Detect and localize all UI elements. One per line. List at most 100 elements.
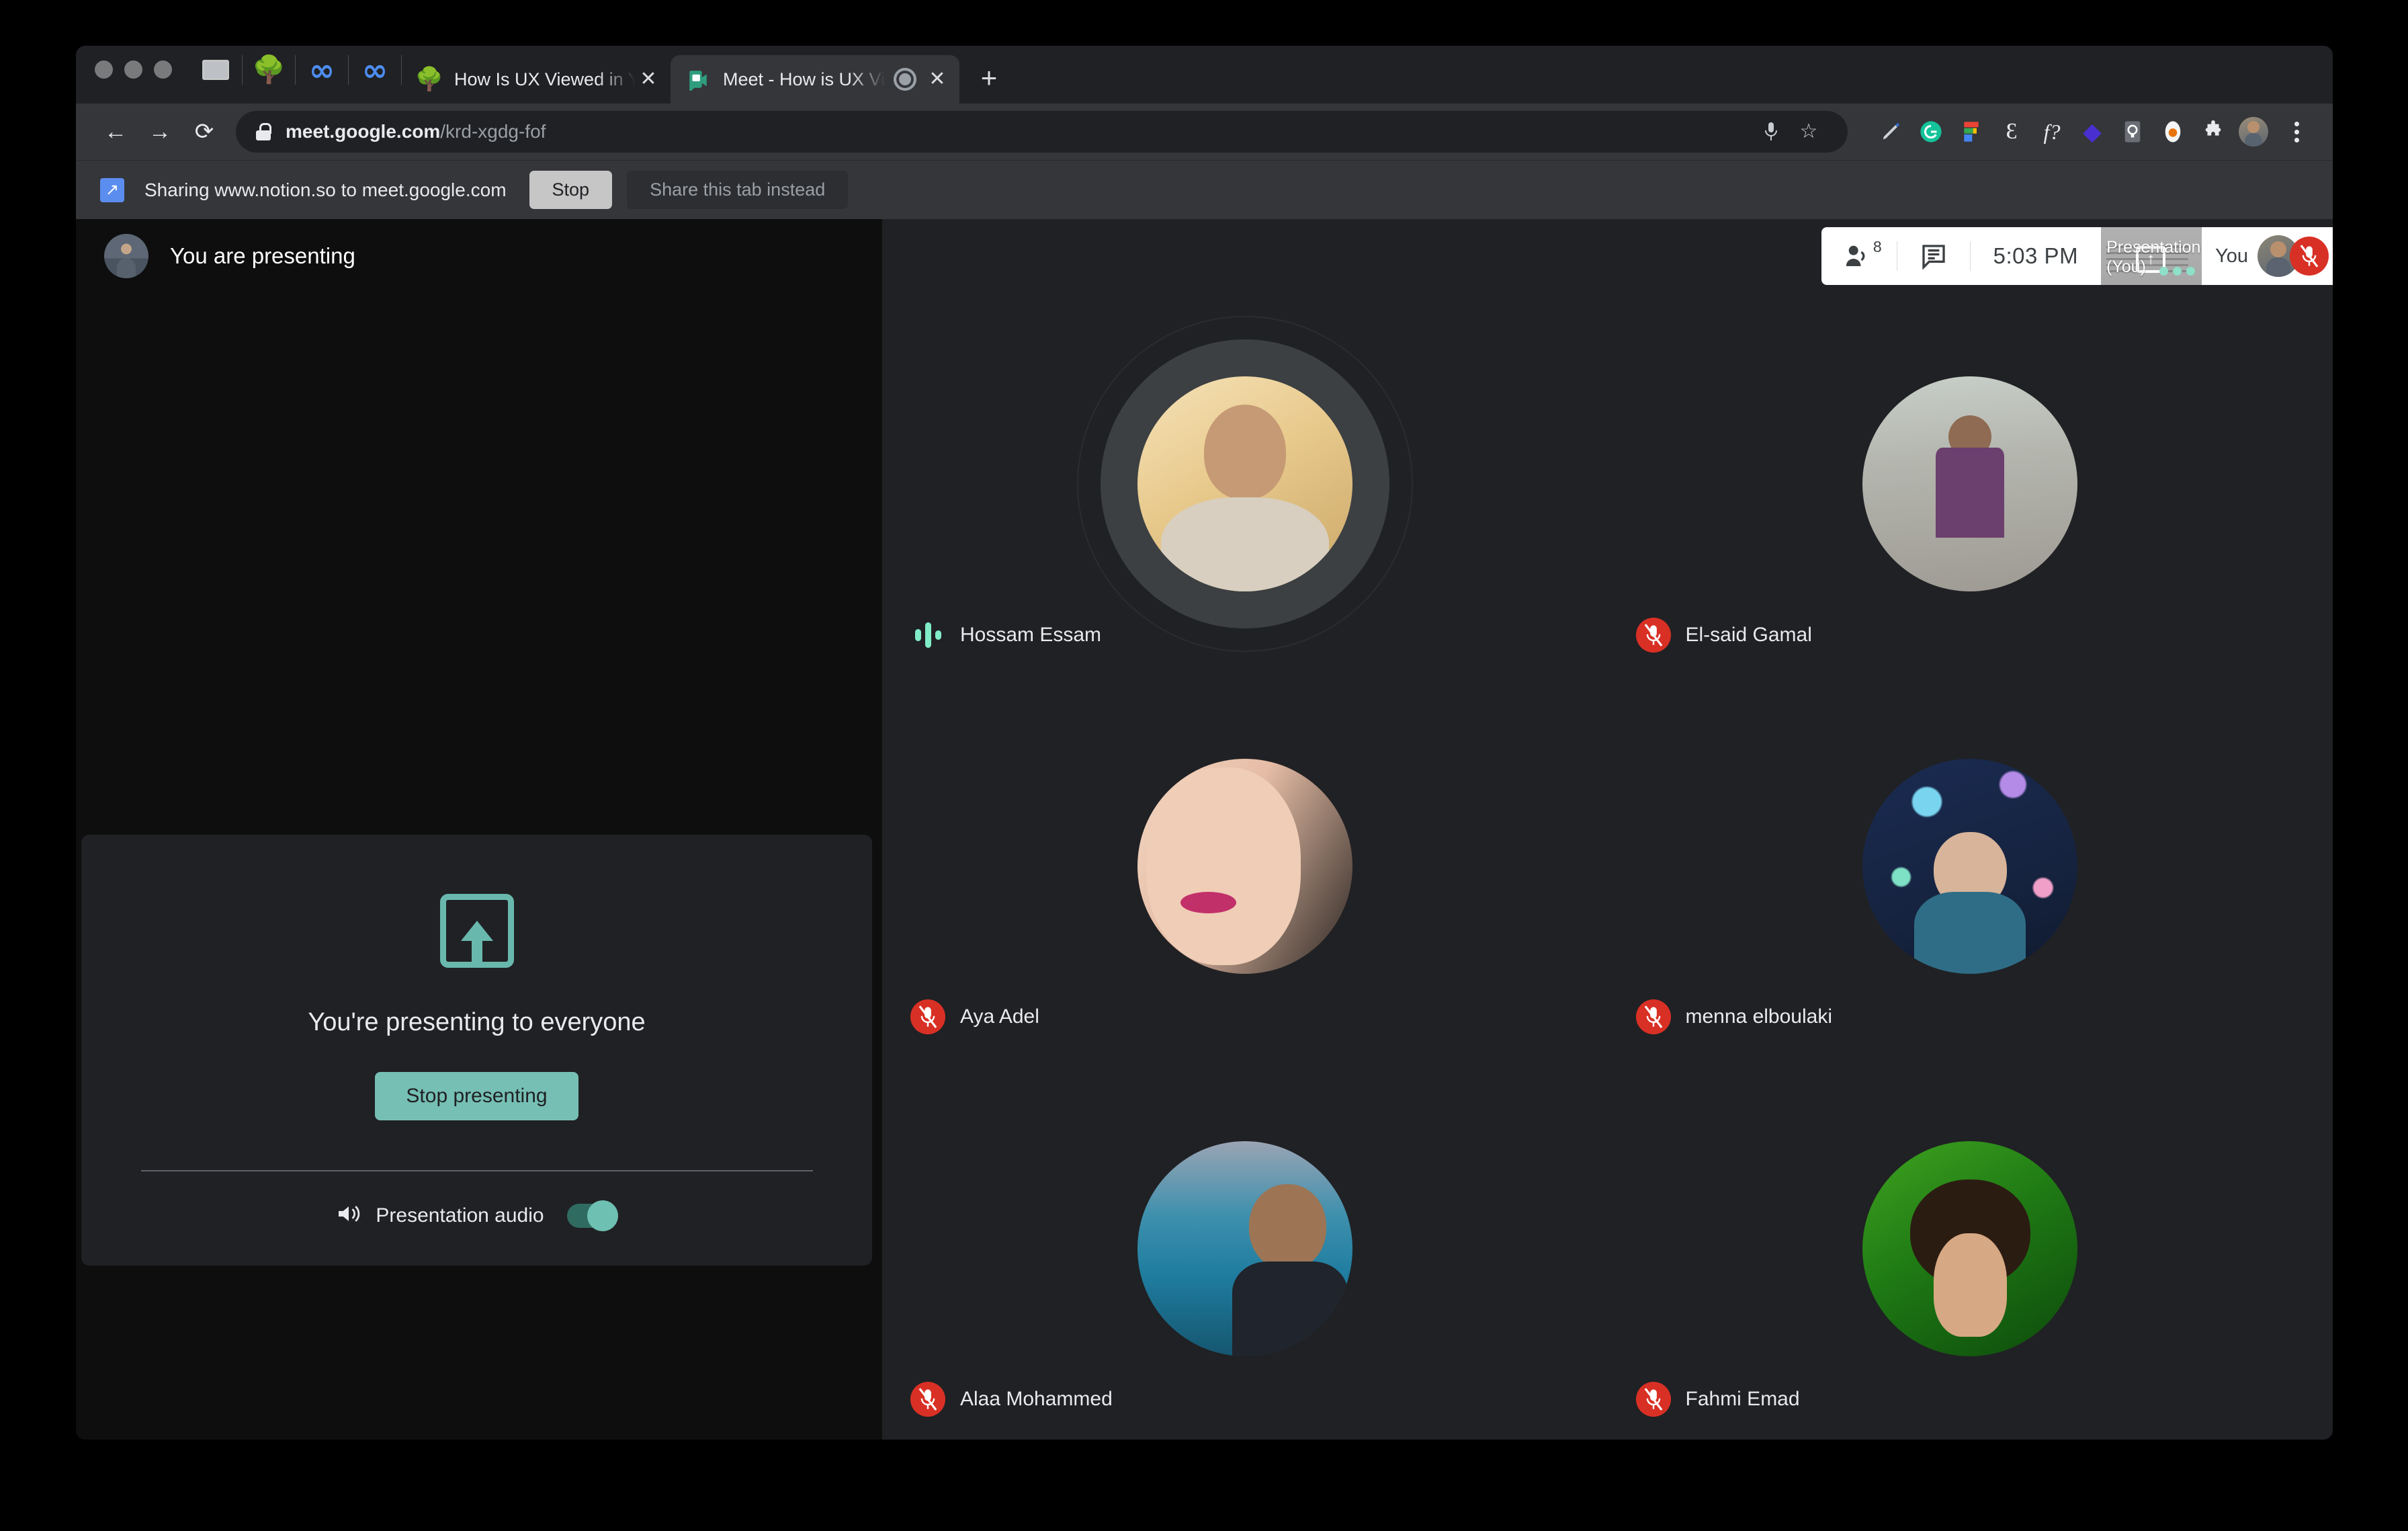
forward-button[interactable]: →	[138, 110, 182, 154]
window-traffic-lights	[95, 46, 172, 104]
tree-icon: 🌳	[252, 55, 286, 85]
participant-name: Aya Adel	[960, 1005, 1039, 1028]
close-tab-button[interactable]: ✕	[636, 67, 661, 92]
tab-ux-article[interactable]: 🌳 How Is UX Viewed in Your Orga ✕	[402, 55, 671, 104]
tab-title: Meet - How is UX Viewed i	[723, 69, 886, 89]
tab-google-meet[interactable]: Meet - How is UX Viewed i ✕	[671, 55, 959, 104]
infinity-icon: ∞	[308, 52, 335, 88]
lightbulb-extension-icon[interactable]	[2114, 113, 2151, 151]
participant-tile-hossam-essam[interactable]: Hossam Essam	[882, 293, 1608, 675]
fonts-ninja-extension-icon[interactable]: f?	[2033, 113, 2071, 151]
pinned-tab-loop-2[interactable]: ∞	[349, 46, 401, 94]
pinned-tabs: 🌳 ∞ ∞	[189, 46, 402, 104]
divider	[140, 1170, 813, 1171]
pen-extension-icon[interactable]	[1872, 113, 1909, 151]
share-this-tab-button[interactable]: Share this tab instead	[627, 171, 849, 209]
participant-name: menna elboulaki	[1685, 1005, 1832, 1028]
lock-icon	[256, 123, 271, 140]
speaking-indicator-icon	[910, 618, 945, 653]
avatar	[1137, 758, 1352, 974]
maximize-window-button[interactable]	[154, 60, 172, 79]
three-dot-menu-icon[interactable]	[2278, 113, 2315, 151]
mic-off-icon	[910, 999, 945, 1035]
puzzle-extensions-icon[interactable]	[2194, 113, 2232, 151]
new-tab-button[interactable]: +	[969, 58, 1009, 98]
back-button[interactable]: ←	[93, 110, 138, 154]
presenting-status: You are presenting	[76, 234, 355, 278]
epsilon-extension-icon[interactable]: Ɛ	[1993, 113, 2030, 151]
present-screen-icon	[439, 894, 514, 968]
participant-name-bar: menna elboulaki	[1635, 999, 1832, 1035]
presenting-card: You're presenting to everyone Stop prese…	[81, 835, 872, 1266]
avatar	[1862, 1141, 2078, 1356]
bookmark-star-icon[interactable]: ☆	[1790, 113, 1828, 151]
participant-tile-menna-elboulaki[interactable]: menna elboulaki	[1608, 675, 2333, 1058]
mic-off-icon	[2290, 237, 2329, 276]
avatar	[1137, 376, 1352, 592]
tab-recording-indicator-icon	[894, 68, 916, 91]
pinned-tab-tree-1[interactable]: 🌳	[243, 46, 295, 94]
address-bar[interactable]: meet.google.com/krd-xgdg-fof ☆	[236, 111, 1848, 153]
participant-grid: Hossam Essam El-said Gamal Aya Adel menn…	[882, 219, 2333, 1440]
participant-name: Alaa Mohammed	[960, 1388, 1113, 1410]
presentation-audio-row: Presentation audio	[337, 1200, 618, 1231]
meeting-time: 5:03 PM	[1993, 243, 2079, 268]
participant-name: Hossam Essam	[960, 623, 1102, 646]
share-message: Sharing www.notion.so to meet.google.com	[144, 179, 507, 200]
figma-extension-icon[interactable]	[1952, 113, 1990, 151]
presentation-thumbnail[interactable]: ↑ Presentation (You)	[2101, 227, 2202, 285]
participant-name-bar: Hossam Essam	[910, 618, 1101, 653]
tree-icon: 🌳	[415, 67, 444, 92]
avatar	[104, 234, 148, 278]
you-thumbnail[interactable]: You	[2202, 227, 2333, 285]
reload-button[interactable]: ⟳	[182, 110, 226, 154]
participant-name: Fahmi Emad	[1685, 1388, 1800, 1410]
extensions-bar: Ɛ f? ◆	[1872, 113, 2272, 151]
meet-controls-bar: 8 5:03 PM ↑ Presentation (You) You	[1821, 227, 2333, 285]
microphone-icon[interactable]	[1752, 113, 1790, 151]
participant-name-bar: Fahmi Emad	[1635, 1382, 1800, 1417]
mic-off-icon	[1635, 617, 1671, 653]
presenting-status-label: You are presenting	[170, 243, 355, 268]
close-window-button[interactable]	[95, 60, 113, 79]
profile-avatar[interactable]	[2235, 113, 2272, 151]
browser-toolbar: ← → ⟳ meet.google.com/krd-xgdg-fof ☆ Ɛ f…	[76, 104, 2333, 160]
up-arrow-icon	[460, 921, 493, 964]
participants-button[interactable]: 8	[1821, 227, 1897, 285]
loom-extension-icon[interactable]	[2154, 113, 2192, 151]
window-icon	[202, 60, 229, 80]
participant-tile-alaa-mohammed[interactable]: Alaa Mohammed	[882, 1057, 1608, 1440]
avatar	[1137, 1141, 1352, 1356]
more-options-icon[interactable]	[2159, 267, 2196, 276]
screen-share-notification-bar: ↗ Sharing www.notion.so to meet.google.c…	[76, 160, 2333, 219]
tab-strip: 🌳 ∞ ∞ 🌳 How Is UX Viewed in Your Orga ✕	[76, 46, 2333, 104]
participant-tile-fahmi-emad[interactable]: Fahmi Emad	[1608, 1057, 2333, 1440]
diamond-extension-icon[interactable]: ◆	[2073, 113, 2111, 151]
mic-off-icon	[910, 1382, 945, 1417]
close-tab-button[interactable]: ✕	[924, 67, 950, 92]
presentation-audio-toggle[interactable]	[566, 1200, 618, 1231]
mic-off-icon	[1635, 999, 1671, 1035]
pinned-tab-loop-1[interactable]: ∞	[296, 46, 348, 94]
minimize-window-button[interactable]	[124, 60, 142, 79]
infinity-icon: ∞	[361, 52, 388, 88]
google-meet-app: You are presenting 8 5:03 PM ↑ Presentat…	[76, 219, 2333, 1440]
participant-tile-el-said-gamal[interactable]: El-said Gamal	[1608, 293, 2333, 675]
participant-name-bar: El-said Gamal	[1635, 617, 1812, 653]
participant-tile-aya-adel[interactable]: Aya Adel	[882, 675, 1608, 1058]
participant-count: 8	[1873, 238, 1882, 255]
chat-button[interactable]	[1897, 227, 1970, 285]
presentation-panel: You're presenting to everyone Stop prese…	[76, 219, 882, 1440]
presenting-title: You're presenting to everyone	[308, 1008, 646, 1036]
browser-window: 🌳 ∞ ∞ 🌳 How Is UX Viewed in Your Orga ✕	[76, 46, 2333, 1440]
stop-sharing-button[interactable]: Stop	[529, 171, 613, 209]
presentation-audio-label: Presentation audio	[376, 1204, 544, 1227]
tab-title: How Is UX Viewed in Your Orga	[454, 69, 636, 89]
participant-name-bar: Alaa Mohammed	[910, 1382, 1113, 1417]
mic-off-icon	[1635, 1382, 1671, 1417]
stop-presenting-button[interactable]: Stop presenting	[375, 1072, 578, 1120]
url-text: meet.google.com/krd-xgdg-fof	[286, 121, 546, 142]
grammarly-extension-icon[interactable]	[1912, 113, 1950, 151]
pinned-tab-window[interactable]	[189, 46, 242, 94]
meet-icon	[685, 67, 711, 92]
